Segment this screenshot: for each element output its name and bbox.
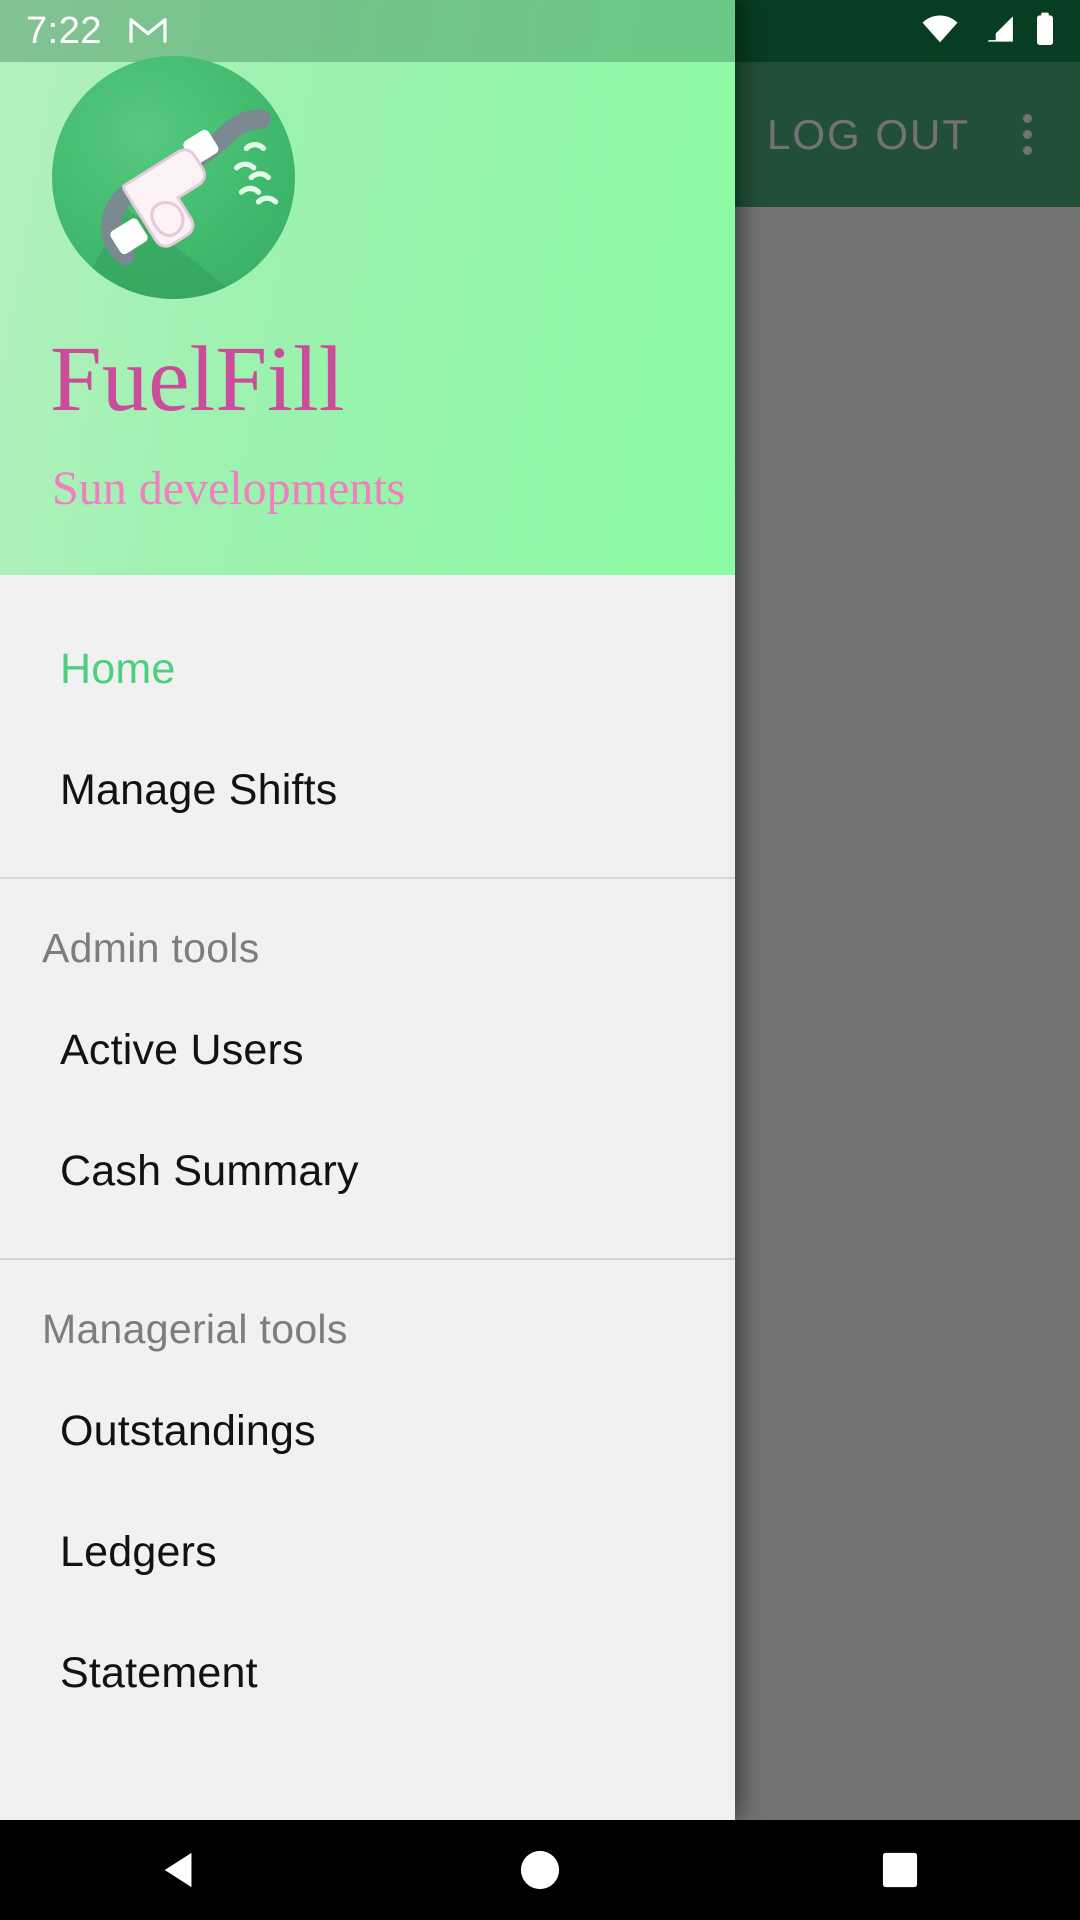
sidebar-item-home[interactable]: Home (0, 609, 735, 730)
drawer-menu: Home Manage Shifts Admin tools Active Users… (0, 575, 735, 1760)
navigation-drawer: 7:22 FuelFill Sun developments Home Mana… (0, 0, 735, 1820)
back-triangle-icon[interactable] (120, 1820, 240, 1920)
sidebar-item-manage-shifts[interactable]: Manage Shifts (0, 730, 735, 851)
menu-group: Admin tools Active Users Cash Summary (0, 879, 735, 1258)
menu-top-spacer (0, 575, 735, 609)
status-bar-left: 7:22 (0, 0, 735, 62)
cellular-signal-icon (978, 14, 1016, 49)
status-bar-right (733, 0, 1080, 62)
gmail-icon (128, 13, 168, 50)
wifi-icon (920, 14, 960, 49)
app-logo (52, 56, 295, 299)
menu-group-spacer (0, 851, 735, 877)
battery-icon (1034, 12, 1056, 51)
sidebar-item-statement[interactable]: Statement (0, 1613, 735, 1734)
status-bar-clock: 7:22 (26, 9, 102, 52)
sidebar-item-outstandings[interactable]: Outstandings (0, 1371, 735, 1492)
home-circle-icon[interactable] (480, 1820, 600, 1920)
menu-group-spacer (0, 1232, 735, 1258)
recents-square-icon[interactable] (840, 1820, 960, 1920)
android-navigation-bar (0, 1820, 1080, 1920)
fuel-nozzle-icon (52, 56, 295, 299)
menu-group: Managerial tools Outstandings Ledgers State… (0, 1260, 735, 1760)
app-title: FuelFill (50, 328, 345, 431)
menu-group: Home Manage Shifts (0, 575, 735, 877)
app-subtitle: Sun developments (52, 462, 406, 515)
sidebar-item-ledgers[interactable]: Ledgers (0, 1492, 735, 1613)
menu-group-title: Admin tools (42, 925, 260, 971)
drawer-header: 7:22 FuelFill Sun developments (0, 0, 735, 575)
menu-group-title: Managerial tools (42, 1306, 348, 1352)
menu-group-spacer (0, 1734, 735, 1760)
sidebar-item-cash-summary[interactable]: Cash Summary (0, 1111, 735, 1232)
sidebar-item-active-users[interactable]: Active Users (0, 990, 735, 1111)
